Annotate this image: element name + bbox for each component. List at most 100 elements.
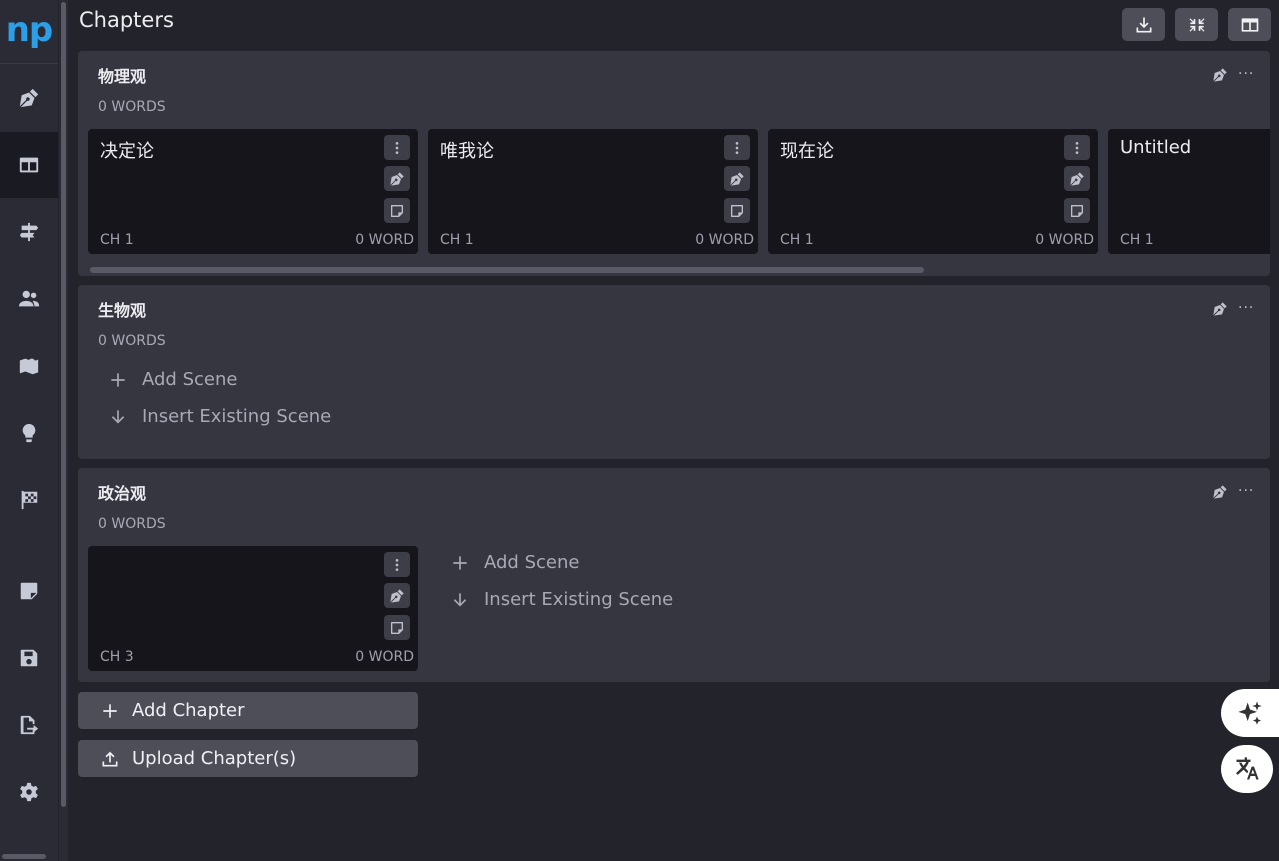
- chapter-edit-button[interactable]: [1212, 67, 1228, 83]
- sidebar: np: [0, 0, 58, 861]
- sidebar-scrollbar-horizontal[interactable]: [2, 854, 46, 859]
- add-chapter-label: Add Chapter: [132, 700, 245, 721]
- scene-menu-button[interactable]: [384, 552, 410, 577]
- scene-menu-button[interactable]: [724, 135, 750, 160]
- nav-save[interactable]: [0, 625, 58, 691]
- gear-icon: [20, 782, 38, 802]
- scene-edit-button[interactable]: [384, 166, 410, 191]
- columns-icon: [1241, 17, 1258, 32]
- save-icon: [20, 649, 38, 667]
- sidebar-scrollbar[interactable]: [59, 0, 68, 861]
- upload-chapter-button[interactable]: Upload Chapter(s): [78, 740, 418, 777]
- chapter-more-button[interactable]: ···: [1238, 65, 1256, 83]
- lightbulb-icon: [22, 423, 36, 443]
- scene-edit-button[interactable]: [724, 166, 750, 191]
- pen-nib-icon: [730, 171, 744, 186]
- scene-note-button[interactable]: [1064, 198, 1090, 223]
- nav-export[interactable]: [0, 692, 58, 758]
- scene-chapter-label: CH 3: [100, 649, 134, 665]
- chapter-word-count: 0 WORDS: [98, 516, 166, 532]
- scene-card[interactable]: Untitled CH 1: [1108, 129, 1270, 254]
- scene-word-count: 0 WORD: [1035, 232, 1094, 248]
- download-icon: [1136, 17, 1151, 32]
- scene-word-count: 0 WORD: [355, 649, 414, 665]
- scene-menu-button[interactable]: [384, 135, 410, 160]
- translate-button[interactable]: [1221, 745, 1273, 793]
- note-icon: [731, 204, 743, 217]
- scene-note-button[interactable]: [384, 198, 410, 223]
- map-icon: [19, 358, 39, 375]
- pen-nib-icon: [390, 171, 404, 186]
- chapter-more-button[interactable]: ···: [1238, 299, 1256, 317]
- upload-icon: [102, 751, 118, 766]
- nav-settings[interactable]: [0, 759, 58, 825]
- arrow-down-icon: [111, 409, 125, 423]
- insert-scene-link[interactable]: Insert Existing Scene: [450, 589, 673, 610]
- nav-goals[interactable]: [0, 467, 58, 533]
- chapter-panel: 政治观 0 WORDS ··· CH 3 0 WORD Add Scene In…: [78, 468, 1270, 682]
- scene-title: Untitled: [1120, 137, 1192, 158]
- more-vertical-icon: [1075, 141, 1079, 154]
- scene-row: CH 3 0 WORD Add Scene Insert Existing Sc…: [88, 546, 1270, 672]
- more-vertical-icon: [395, 558, 399, 571]
- pen-nib-icon: [1213, 302, 1227, 316]
- users-icon: [18, 290, 40, 307]
- scene-note-button[interactable]: [724, 198, 750, 223]
- nav-plot[interactable]: [0, 199, 58, 265]
- more-vertical-icon: [395, 141, 399, 154]
- scene-chapter-label: CH 1: [100, 232, 134, 248]
- insert-scene-link[interactable]: Insert Existing Scene: [108, 406, 331, 427]
- chapter-panel: 物理观 0 WORDS ··· 决定论 CH 1 0 WORD 唯我论 CH 1…: [78, 51, 1270, 276]
- scene-card[interactable]: 唯我论 CH 1 0 WORD: [428, 129, 758, 254]
- pen-nib-icon: [1213, 68, 1227, 82]
- scene-row: 决定论 CH 1 0 WORD 唯我论 CH 1 0 WORD 现在论 CH 1…: [88, 129, 1270, 255]
- layout-toggle-button[interactable]: [1228, 8, 1271, 41]
- ai-assist-button[interactable]: [1221, 689, 1279, 737]
- chapter-title[interactable]: 物理观: [98, 63, 146, 87]
- nav-ideas[interactable]: [0, 400, 58, 466]
- scene-note-button[interactable]: [384, 615, 410, 640]
- insert-scene-label: Insert Existing Scene: [484, 589, 674, 610]
- nav-characters[interactable]: [0, 266, 58, 332]
- columns-icon: [19, 157, 39, 173]
- scrollbar-thumb[interactable]: [61, 2, 66, 807]
- nav-write[interactable]: [0, 65, 58, 131]
- chapter-title[interactable]: 政治观: [98, 480, 146, 504]
- app-logo[interactable]: np: [0, 0, 58, 64]
- scene-card[interactable]: 现在论 CH 1 0 WORD: [768, 129, 1098, 254]
- scene-menu-button[interactable]: [1064, 135, 1090, 160]
- pen-nib-icon: [19, 88, 39, 108]
- chapter-edit-button[interactable]: [1212, 301, 1228, 317]
- scene-card[interactable]: CH 3 0 WORD: [88, 546, 418, 671]
- export-icon: [20, 715, 39, 735]
- scene-title: 决定论: [100, 141, 154, 162]
- add-scene-link[interactable]: Add Scene: [108, 369, 237, 390]
- plus-icon: [111, 372, 125, 387]
- add-scene-link[interactable]: Add Scene: [450, 552, 579, 573]
- insert-scene-label: Insert Existing Scene: [142, 406, 332, 427]
- plus-icon: [453, 555, 467, 570]
- pen-nib-icon: [1070, 171, 1084, 186]
- scene-edit-button[interactable]: [384, 583, 410, 608]
- nav-notes[interactable]: [0, 558, 58, 624]
- collapse-button[interactable]: [1175, 8, 1218, 41]
- signpost-icon: [19, 222, 39, 242]
- nav-chapters[interactable]: [0, 132, 58, 198]
- logo-text: np: [5, 9, 54, 50]
- chapter-title[interactable]: 生物观: [98, 297, 146, 321]
- translate-icon: [1236, 757, 1259, 780]
- checkered-flag-icon: [21, 490, 38, 510]
- note-icon: [20, 582, 38, 600]
- scene-edit-button[interactable]: [1064, 166, 1090, 191]
- chapter-more-button[interactable]: ···: [1238, 482, 1256, 500]
- download-button[interactable]: [1122, 8, 1165, 41]
- nav-world[interactable]: [0, 333, 58, 399]
- collapse-icon: [1189, 17, 1204, 32]
- chapter-edit-button[interactable]: [1212, 484, 1228, 500]
- scene-card[interactable]: 决定论 CH 1 0 WORD: [88, 129, 418, 254]
- add-chapter-button[interactable]: Add Chapter: [78, 692, 418, 729]
- scene-row-scrollbar[interactable]: [90, 267, 924, 273]
- chapter-word-count: 0 WORDS: [98, 333, 166, 349]
- upload-chapter-label: Upload Chapter(s): [132, 748, 297, 769]
- scene-chapter-label: CH 1: [440, 232, 474, 248]
